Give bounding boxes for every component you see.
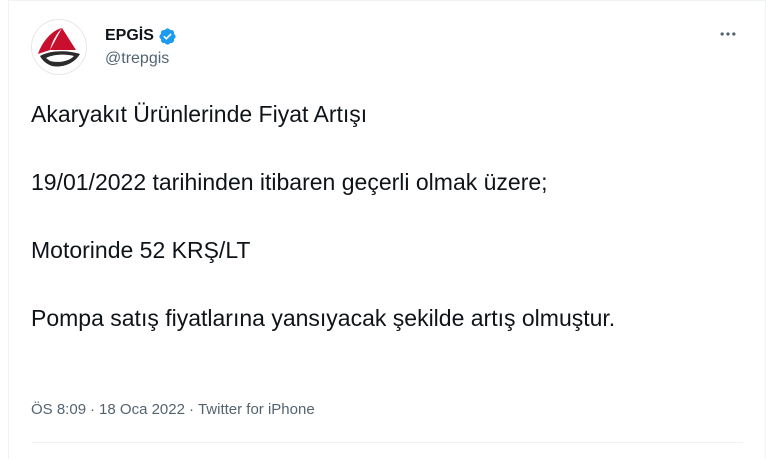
tweet-line-date: 19/01/2022 tarihinden itibaren geçerli o… [31,169,548,195]
name-row: EPGİS [105,25,177,47]
more-horizontal-icon [720,32,736,36]
meta-separator: · [90,401,96,418]
user-handle[interactable]: @trepgis [105,50,177,68]
tweet-source[interactable]: Twitter for iPhone [198,401,315,418]
more-button[interactable] [713,19,743,49]
display-name[interactable]: EPGİS [105,27,154,45]
tweet-header: EPGİS @trepgis [31,19,745,79]
tweet-line-note: Pompa satış fiyatlarına yansıyacak şekil… [31,305,616,331]
tweet-text: Akaryakıt Ürünlerinde Fiyat Artışı 19/01… [31,99,731,334]
tweet-meta: ÖS 8:09 · 18 Oca 2022 · Twitter for iPho… [31,401,315,418]
tweet-card: EPGİS @trepgis Akaryakıt Ürünlerinde Fiy… [8,0,766,459]
author-names: EPGİS @trepgis [105,25,177,68]
epgis-logo-icon [32,20,86,74]
tweet-date[interactable]: 18 Oca 2022 [99,401,185,418]
divider [31,442,743,443]
tweet-time[interactable]: ÖS 8:09 [31,401,86,418]
verified-badge-icon [159,27,176,45]
tweet-line-title: Akaryakıt Ürünlerinde Fiyat Artışı [31,101,368,127]
meta-separator: · [188,401,194,418]
avatar[interactable] [31,19,87,75]
tweet-line-price: Motorinde 52 KRŞ/LT [31,237,251,263]
